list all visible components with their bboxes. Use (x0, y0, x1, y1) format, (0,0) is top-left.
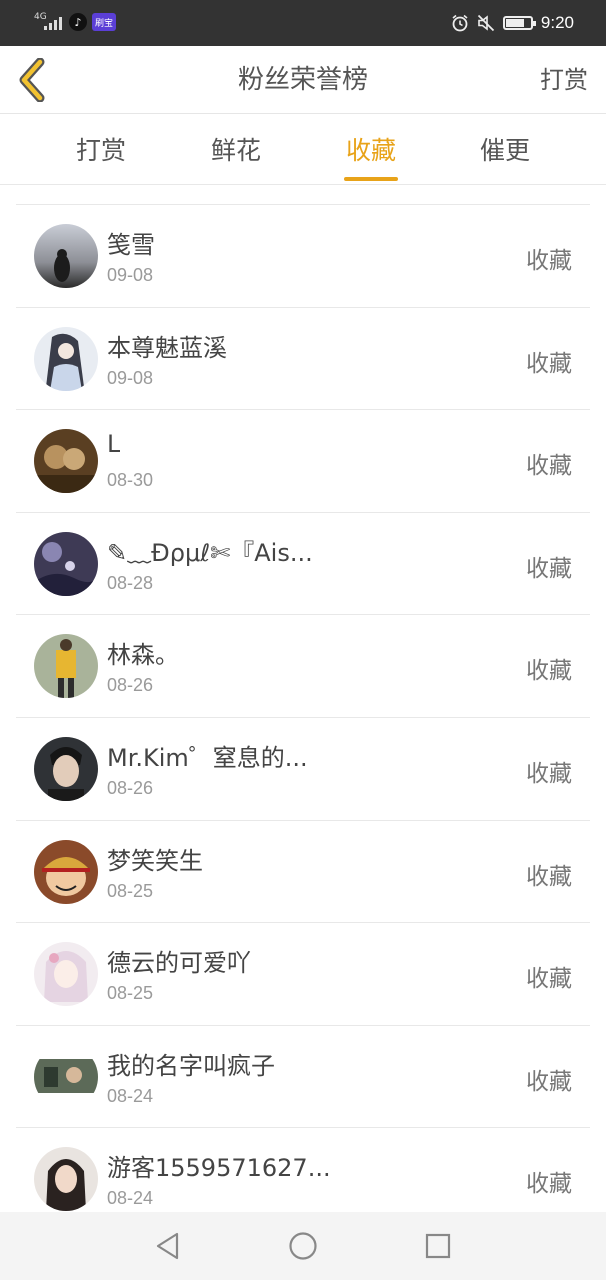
fan-name: 德云的可爱吖 (107, 949, 251, 978)
avatar (34, 1044, 98, 1109)
avatar (34, 326, 98, 391)
mute-icon (477, 14, 495, 32)
recents-square-icon[interactable] (420, 1228, 456, 1264)
fan-action: 收藏 (526, 453, 572, 480)
home-circle-icon[interactable] (285, 1228, 321, 1264)
status-right: 9:20 (451, 11, 574, 35)
list-item[interactable]: ✎﹏Ɖρμℓ✄『Ais... 08-28 收藏 (16, 513, 590, 616)
fan-name: L (107, 430, 121, 459)
signal-icon: 4G (34, 12, 64, 32)
list-item[interactable]: L 08-30 收藏 (16, 410, 590, 513)
fan-date: 09-08 (107, 265, 154, 285)
alarm-icon (452, 14, 468, 32)
fan-name: 梦笑笑生 (107, 846, 203, 875)
tab-bar: 打赏 鲜花 收藏 催更 (0, 115, 606, 185)
avatar (34, 1147, 98, 1212)
fan-name: ✎﹏Ɖρμℓ✄『Ais... (107, 538, 313, 567)
avatar (34, 839, 98, 904)
fan-action: 收藏 (526, 248, 572, 274)
avatar (34, 942, 98, 1007)
avatar (34, 224, 98, 288)
fan-list: 笺雪 09-08 收藏 本尊魅蓝溪 09-08 收藏 L 08-30 收藏 ✎﹏… (16, 204, 590, 1231)
list-item[interactable]: 本尊魅蓝溪 09-08 收藏 (16, 308, 590, 411)
clock: 9:20 (540, 13, 574, 32)
list-item[interactable]: 笺雪 09-08 收藏 (16, 205, 590, 308)
fan-date: 08-25 (107, 880, 154, 901)
fan-action: 收藏 (526, 966, 572, 993)
status-bar: 4G ♪ 刷宝 9:20 (0, 0, 606, 46)
active-tab-indicator (344, 177, 398, 181)
fan-date: 08-28 (107, 572, 154, 593)
system-nav-bar (0, 1212, 606, 1280)
fan-date: 08-26 (107, 777, 154, 798)
list-item[interactable]: 德云的可爱吖 08-25 收藏 (16, 923, 590, 1026)
title-bar: 粉丝荣誉榜 打赏 (0, 46, 606, 114)
fan-action: 收藏 (526, 760, 572, 787)
avatar (34, 736, 98, 801)
page-title: 粉丝荣誉榜 (237, 65, 368, 95)
fan-name: 笺雪 (107, 231, 155, 259)
back-triangle-icon[interactable] (150, 1228, 186, 1264)
avatar (34, 634, 98, 699)
fan-name: 我的名字叫疯子 (107, 1051, 275, 1080)
fan-action: 收藏 (526, 658, 572, 685)
battery-icon (502, 16, 536, 30)
fan-date: 08-24 (107, 1085, 154, 1106)
tab-favorites[interactable]: 收藏 (311, 115, 431, 185)
list-item[interactable]: 我的名字叫疯子 08-24 收藏 (16, 1026, 590, 1129)
fan-date: 08-30 (107, 470, 154, 491)
avatar (34, 531, 98, 596)
list-item[interactable]: 林森。 08-26 收藏 (16, 615, 590, 718)
tiktok-icon: ♪ (69, 13, 87, 31)
fan-name: 林森。 (107, 641, 179, 670)
fan-date: 08-26 (107, 675, 154, 696)
fan-date: 08-25 (107, 983, 154, 1004)
fan-date: 09-08 (107, 367, 154, 388)
list-item[interactable]: 梦笑笑生 08-25 收藏 (16, 821, 590, 924)
tab-flowers[interactable]: 鲜花 (176, 115, 296, 185)
fan-action: 收藏 (526, 555, 572, 582)
tab-reward[interactable]: 打赏 (41, 115, 161, 185)
list-item[interactable]: Mr.Kim゜窒息的... 08-26 收藏 (16, 718, 590, 821)
fan-name: 本尊魅蓝溪 (107, 333, 227, 362)
tab-urge-update[interactable]: 催更 (445, 115, 565, 185)
fan-date: 08-24 (107, 1188, 154, 1209)
fan-action: 收藏 (526, 1171, 572, 1198)
fan-name: 游客1559571627... (107, 1154, 331, 1183)
fan-action: 收藏 (526, 350, 572, 377)
avatar (34, 429, 98, 494)
app-badge: 刷宝 (92, 13, 117, 31)
fan-action: 收藏 (526, 863, 572, 890)
reward-button[interactable]: 打赏 (540, 46, 588, 114)
fan-name: Mr.Kim゜窒息的... (107, 743, 308, 772)
status-left: 4G ♪ 刷宝 (34, 10, 117, 34)
fan-action: 收藏 (526, 1068, 572, 1095)
